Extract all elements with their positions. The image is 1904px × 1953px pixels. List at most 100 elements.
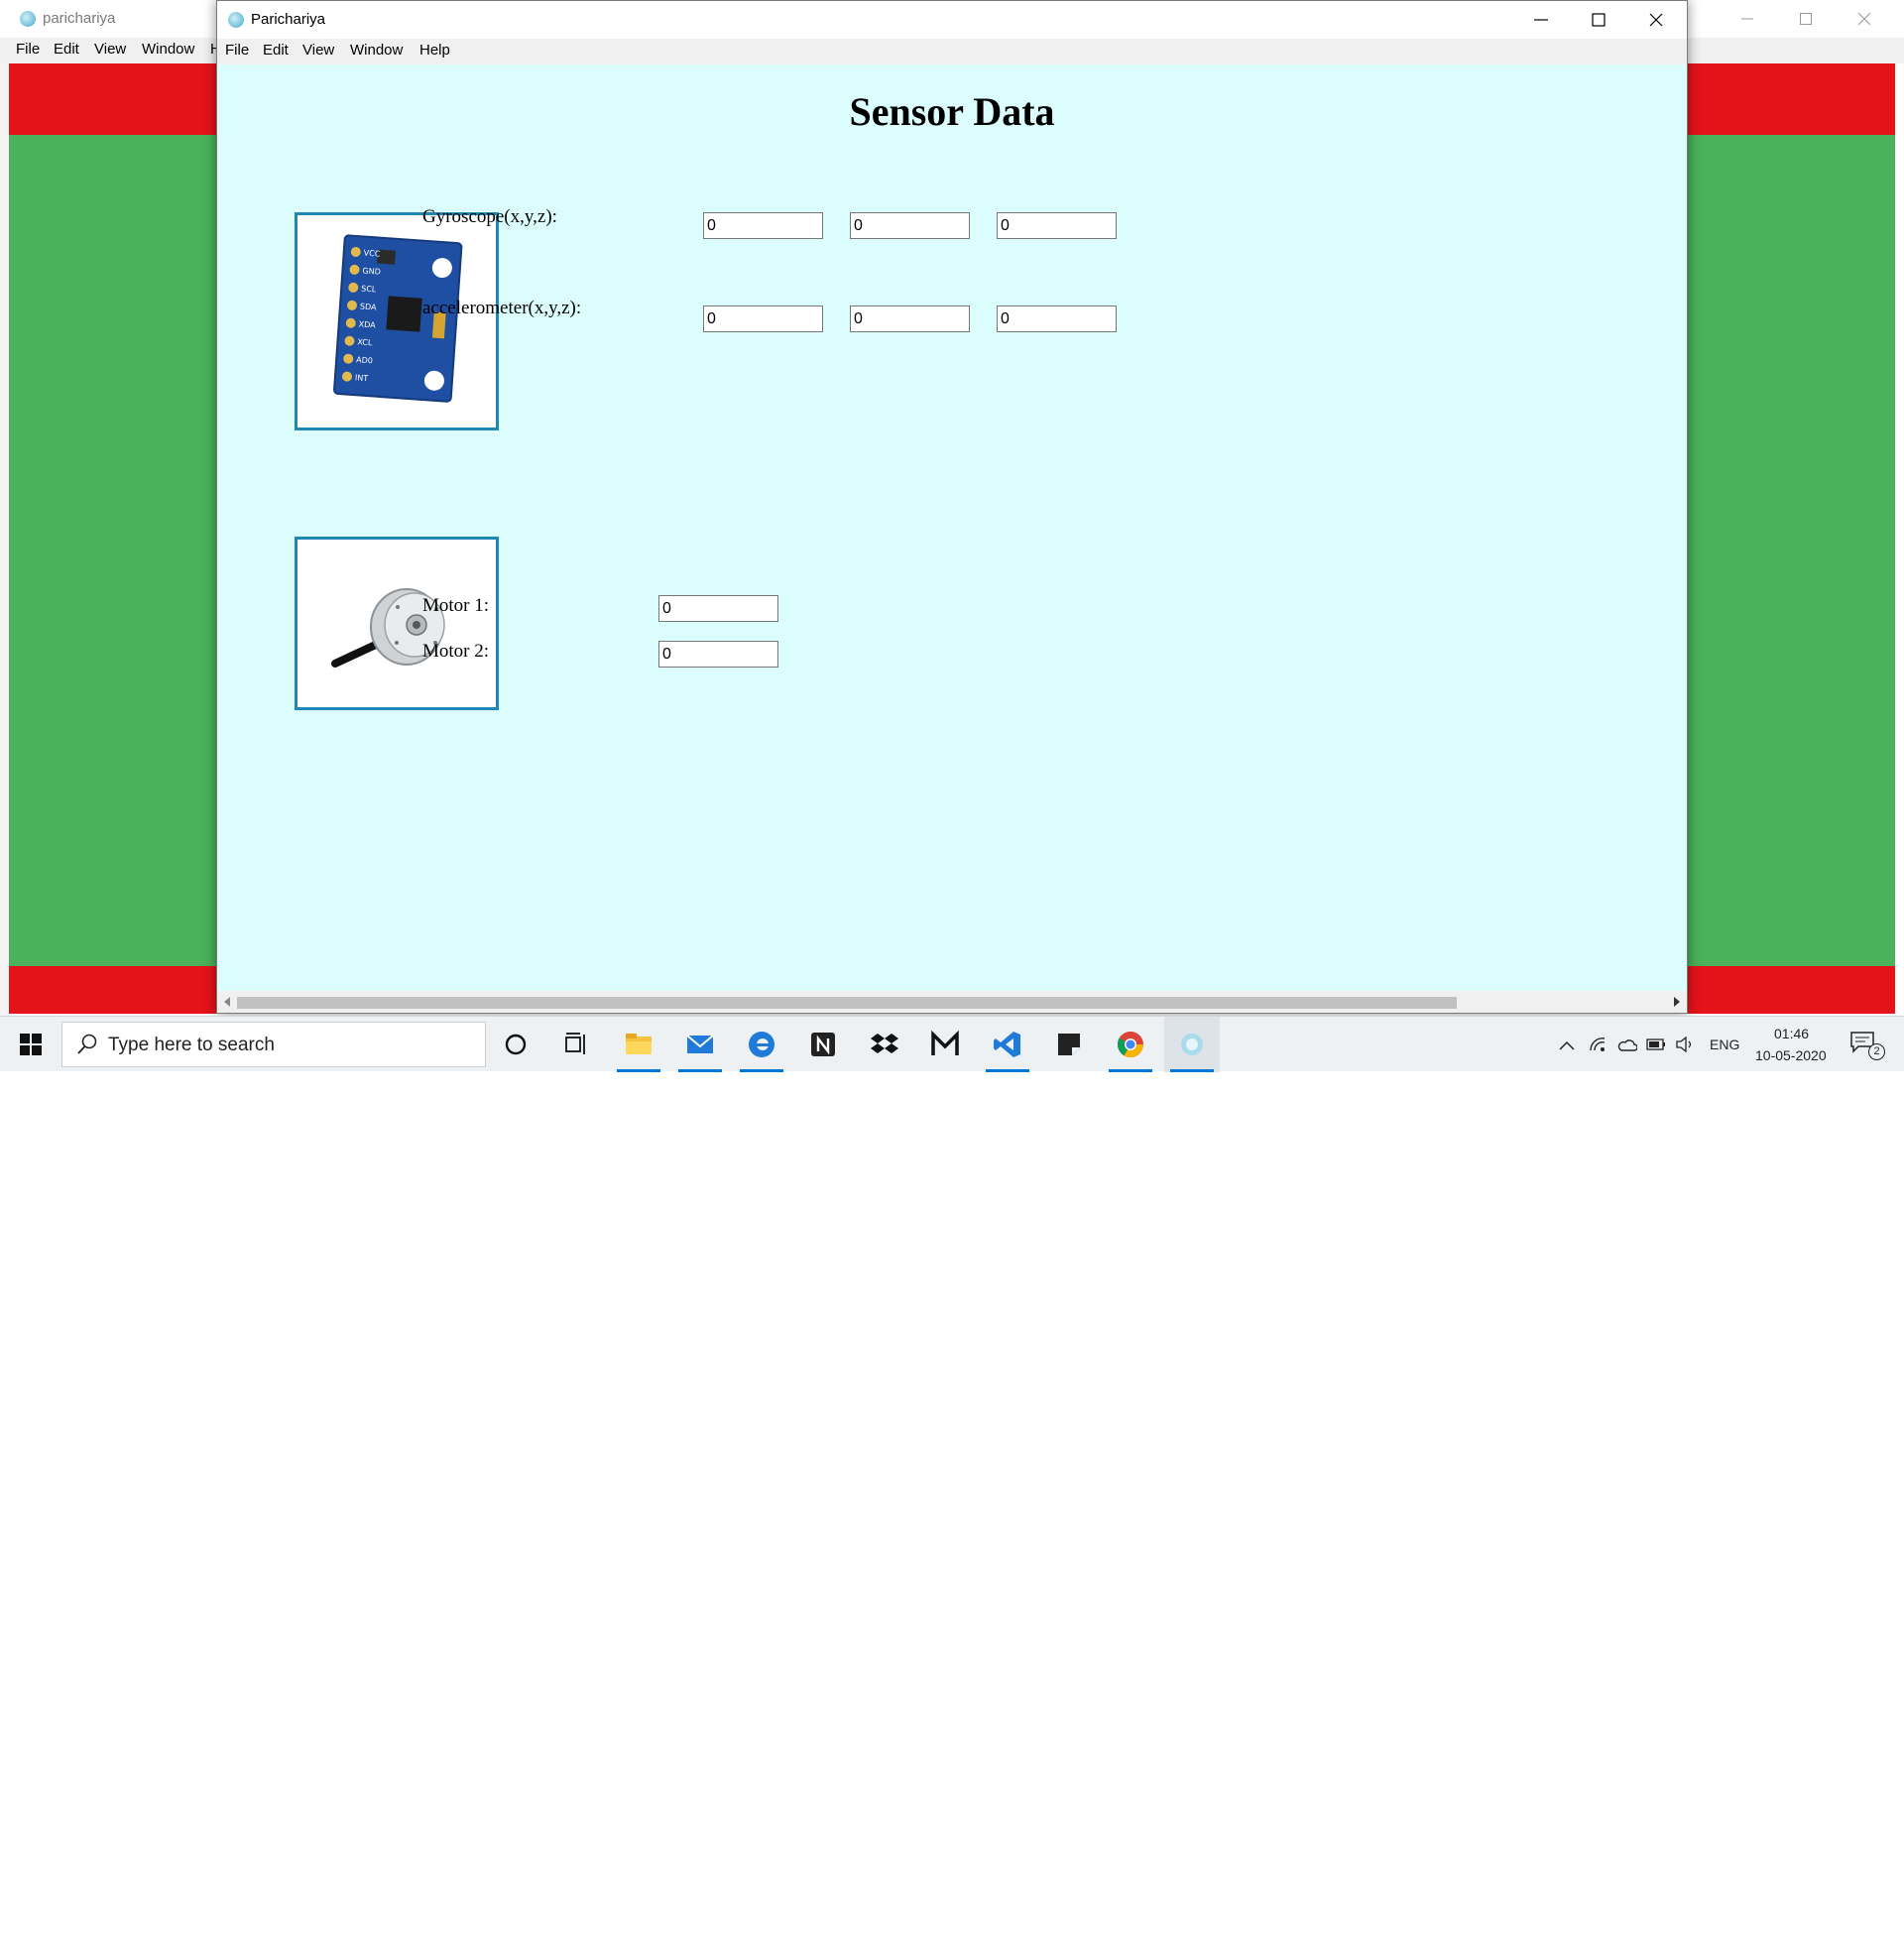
mail-button[interactable]	[672, 1017, 728, 1072]
app-icon	[20, 11, 36, 27]
mpu6050-board-icon: VCC GND SCL SDA XDA XCL AD0 INT	[333, 234, 463, 403]
svg-text:XCL: XCL	[357, 337, 373, 347]
gmail-m-icon	[931, 1030, 959, 1055]
vscode-button[interactable]	[980, 1017, 1035, 1072]
svg-text:GND: GND	[362, 266, 381, 276]
language-indicator[interactable]: ENG	[1710, 1037, 1739, 1052]
notification-count-badge: 2	[1868, 1043, 1885, 1060]
mail-icon	[686, 1035, 714, 1053]
motor2-label: Motor 2:	[422, 641, 490, 662]
motor2-field[interactable]	[658, 641, 778, 668]
maximize-icon	[1592, 13, 1606, 27]
search-box[interactable]: Type here to search	[61, 1022, 486, 1067]
clock-date[interactable]: 10-05-2020	[1755, 1047, 1827, 1063]
content-area: Sensor Data VCC GND SCL SDA XDA XCL AD0 …	[217, 64, 1687, 991]
svg-text:AD0: AD0	[356, 355, 373, 365]
onedrive-icon[interactable]	[1617, 1037, 1637, 1052]
gyroscope-label: Gyroscope(x,y,z):	[422, 206, 557, 227]
action-center-button[interactable]: 2	[1848, 1029, 1885, 1060]
title-bar[interactable]: Parichariya	[217, 1, 1687, 39]
close-button[interactable]	[1628, 1, 1686, 39]
close-button[interactable]	[1844, 6, 1884, 32]
network-icon[interactable]	[1589, 1037, 1606, 1052]
maximize-button[interactable]	[1786, 6, 1826, 32]
dropbox-button[interactable]	[857, 1017, 912, 1072]
notion-button[interactable]	[795, 1017, 851, 1072]
close-icon	[1649, 13, 1663, 27]
edge-button[interactable]	[734, 1017, 789, 1072]
minimize-icon	[1741, 18, 1753, 20]
accelerometer-z-field[interactable]	[997, 305, 1117, 332]
menu-bar: File Edit View Window Help	[217, 39, 1687, 64]
menu-edit[interactable]: Edit	[54, 41, 79, 58]
gyroscope-x-field[interactable]	[703, 212, 823, 239]
volume-icon[interactable]	[1676, 1037, 1696, 1052]
file-explorer-icon	[626, 1034, 652, 1054]
rotary-encoder-icon	[331, 588, 445, 668]
svg-text:SDA: SDA	[360, 302, 378, 311]
accelerometer-x-field[interactable]	[703, 305, 823, 332]
cortana-icon	[505, 1034, 527, 1055]
notion-icon	[811, 1033, 835, 1056]
battery-icon[interactable]	[1646, 1038, 1666, 1051]
maximize-icon	[1800, 13, 1812, 25]
parichariya-app-icon	[1181, 1034, 1203, 1055]
task-view-button[interactable]	[548, 1017, 604, 1072]
background-window-edge	[0, 63, 9, 1016]
app-icon	[228, 12, 244, 28]
sticky-notes-icon	[1058, 1034, 1080, 1055]
page-title: Sensor Data	[849, 89, 1055, 134]
scrollbar-thumb[interactable]	[237, 997, 1457, 1009]
menu-view[interactable]: View	[94, 41, 126, 58]
menu-window[interactable]: Window	[350, 42, 403, 59]
menu-edit[interactable]: Edit	[263, 42, 289, 59]
task-view-icon	[565, 1033, 585, 1054]
gmail-button[interactable]	[917, 1017, 973, 1072]
svg-text:SCL: SCL	[361, 284, 377, 294]
encoder-image	[295, 537, 499, 710]
menu-file[interactable]: File	[16, 41, 40, 58]
edge-icon	[749, 1032, 774, 1057]
minimize-button[interactable]	[1513, 1, 1571, 39]
menu-window[interactable]: Window	[142, 41, 194, 58]
chevron-up-icon[interactable]	[1559, 1040, 1575, 1050]
accelerometer-y-field[interactable]	[850, 305, 970, 332]
sticky-notes-button[interactable]	[1041, 1017, 1097, 1072]
clock-time[interactable]: 01:46	[1774, 1026, 1809, 1041]
menu-view[interactable]: View	[302, 42, 334, 59]
imu-sensor-image: VCC GND SCL SDA XDA XCL AD0 INT	[295, 212, 499, 430]
menu-help[interactable]: Help	[419, 42, 450, 59]
accelerometer-label: accelerometer(x,y,z):	[422, 298, 582, 318]
gyroscope-y-field[interactable]	[850, 212, 970, 239]
horizontal-scrollbar[interactable]	[217, 991, 1687, 1013]
menu-file[interactable]: File	[225, 42, 249, 59]
scroll-right-icon[interactable]	[1673, 997, 1681, 1007]
cortana-button[interactable]	[488, 1017, 543, 1072]
main-window: Parichariya File Edit View Window Help S…	[216, 0, 1688, 1014]
maximize-button[interactable]	[1571, 1, 1628, 39]
minimize-button[interactable]	[1727, 6, 1767, 32]
start-button[interactable]	[0, 1017, 61, 1072]
close-icon	[1857, 12, 1871, 26]
chrome-button[interactable]	[1103, 1017, 1158, 1072]
svg-text:XDA: XDA	[358, 319, 376, 329]
dropbox-icon	[871, 1034, 898, 1053]
footer-text-end: t.	[1695, 1930, 1707, 1952]
vscode-icon	[994, 1032, 1020, 1057]
motor1-label: Motor 1:	[422, 595, 490, 616]
gyroscope-z-field[interactable]	[997, 212, 1117, 239]
search-placeholder: Type here to search	[108, 1035, 275, 1055]
minimize-icon	[1534, 19, 1548, 21]
scroll-left-icon[interactable]	[223, 997, 231, 1007]
svg-text:VCC: VCC	[363, 249, 381, 259]
search-icon	[77, 1034, 97, 1054]
parichariya-taskbar-button[interactable]	[1164, 1017, 1220, 1072]
window-title: Parichariya	[251, 11, 326, 28]
windows-logo-icon	[20, 1034, 42, 1055]
file-explorer-button[interactable]	[611, 1017, 666, 1072]
taskbar: Type here to search ENG 01:46 10-05-2020…	[0, 1016, 1904, 1072]
svg-text:INT: INT	[355, 373, 369, 383]
chrome-icon	[1117, 1032, 1143, 1057]
footer-text: ation Engineering, Amrita	[18, 1930, 240, 1952]
motor1-field[interactable]	[658, 595, 778, 622]
